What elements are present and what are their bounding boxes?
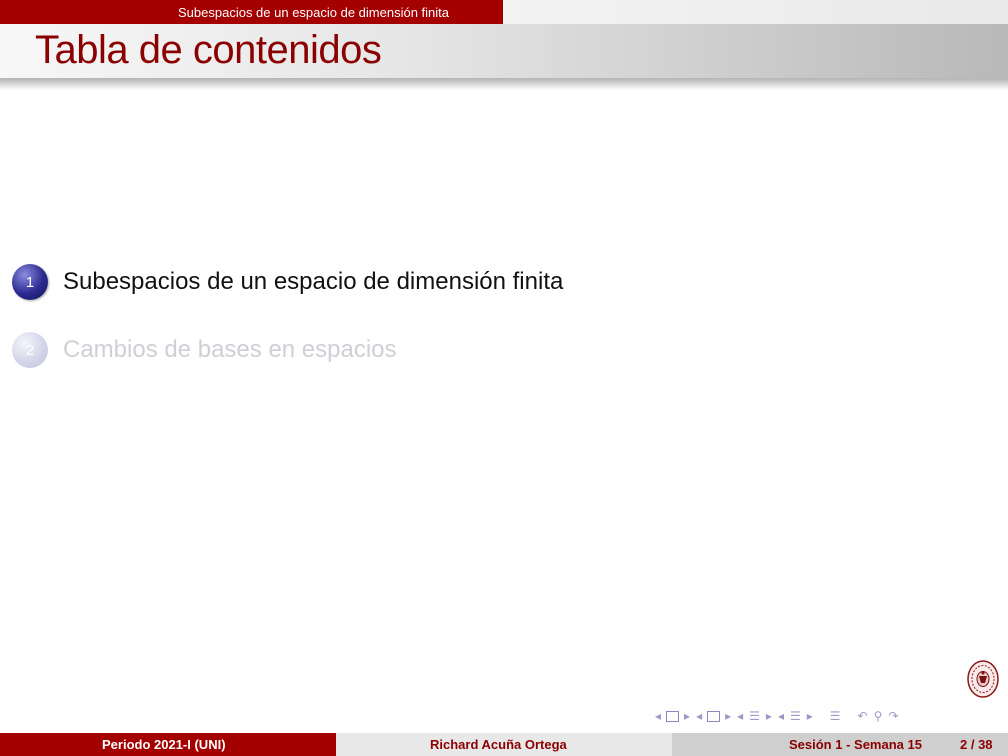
zoom-icon[interactable]: ⚲ xyxy=(874,709,883,723)
frame-icon[interactable] xyxy=(666,710,680,722)
toc-item-label: Cambios de bases en espacios xyxy=(63,336,397,363)
undo-icon[interactable]: ↶ xyxy=(858,709,868,723)
arrow-right-icon[interactable]: ▸ xyxy=(684,709,690,723)
footer-author-institute: Periodo 2021-I (UNI) xyxy=(0,733,336,756)
arrow-right-icon[interactable]: ▸ xyxy=(807,709,813,723)
footer-center-text: Richard Acuña Ortega xyxy=(430,737,567,752)
section-icon[interactable]: ☰ xyxy=(790,709,801,723)
frames-stack-icon[interactable] xyxy=(707,710,721,722)
footer-session: Sesión 1 - Semana 15 2 / 38 xyxy=(672,733,1008,756)
arrow-right-icon[interactable]: ▸ xyxy=(725,709,731,723)
page-number: 2 / 38 xyxy=(960,737,993,752)
toc-item-1[interactable]: 1 Subespacios de un espacio de dimensión… xyxy=(12,262,563,302)
arrow-left-icon[interactable]: ◂ xyxy=(778,709,784,723)
redo-icon[interactable]: ↷ xyxy=(888,709,898,723)
arrow-right-icon[interactable]: ▸ xyxy=(766,709,772,723)
subsection-icon[interactable]: ☰ xyxy=(749,709,760,723)
toc-number-ball: 1 xyxy=(12,264,48,300)
frame-title: Tabla de contenidos xyxy=(35,28,382,72)
toc-item-label: Subespacios de un espacio de dimensión f… xyxy=(63,268,564,295)
toc-number-ball: 2 xyxy=(12,332,48,368)
arrow-left-icon[interactable]: ◂ xyxy=(655,709,661,723)
frame-title-shadow xyxy=(0,78,1008,90)
document-icon[interactable]: ☰ xyxy=(830,709,841,723)
footer-left-text: Periodo 2021-I (UNI) xyxy=(102,737,226,752)
headline-section-link[interactable]: Subespacios de un espacio de dimensión f… xyxy=(0,0,503,24)
footline: Periodo 2021-I (UNI) Richard Acuña Orteg… xyxy=(0,733,1008,756)
arrow-left-icon[interactable]: ◂ xyxy=(737,709,743,723)
arrow-left-icon[interactable]: ◂ xyxy=(696,709,702,723)
footer-right-text: Sesión 1 - Semana 15 xyxy=(789,737,922,752)
footer-presenter: Richard Acuña Ortega xyxy=(336,733,672,756)
headline-bar: Subespacios de un espacio de dimensión f… xyxy=(0,0,1008,24)
university-seal-logo xyxy=(967,660,999,698)
headline-filler xyxy=(503,0,1008,24)
headline-section-label: Subespacios de un espacio de dimensión f… xyxy=(178,5,450,20)
beamer-navigation-bar: ◂ ▸ ◂ ▸ ◂ ☰ ▸ ◂ ☰ ▸ ☰ ↶ ⚲ ↷ xyxy=(652,706,901,726)
toc-item-2[interactable]: 2 Cambios de bases en espacios xyxy=(12,330,397,370)
